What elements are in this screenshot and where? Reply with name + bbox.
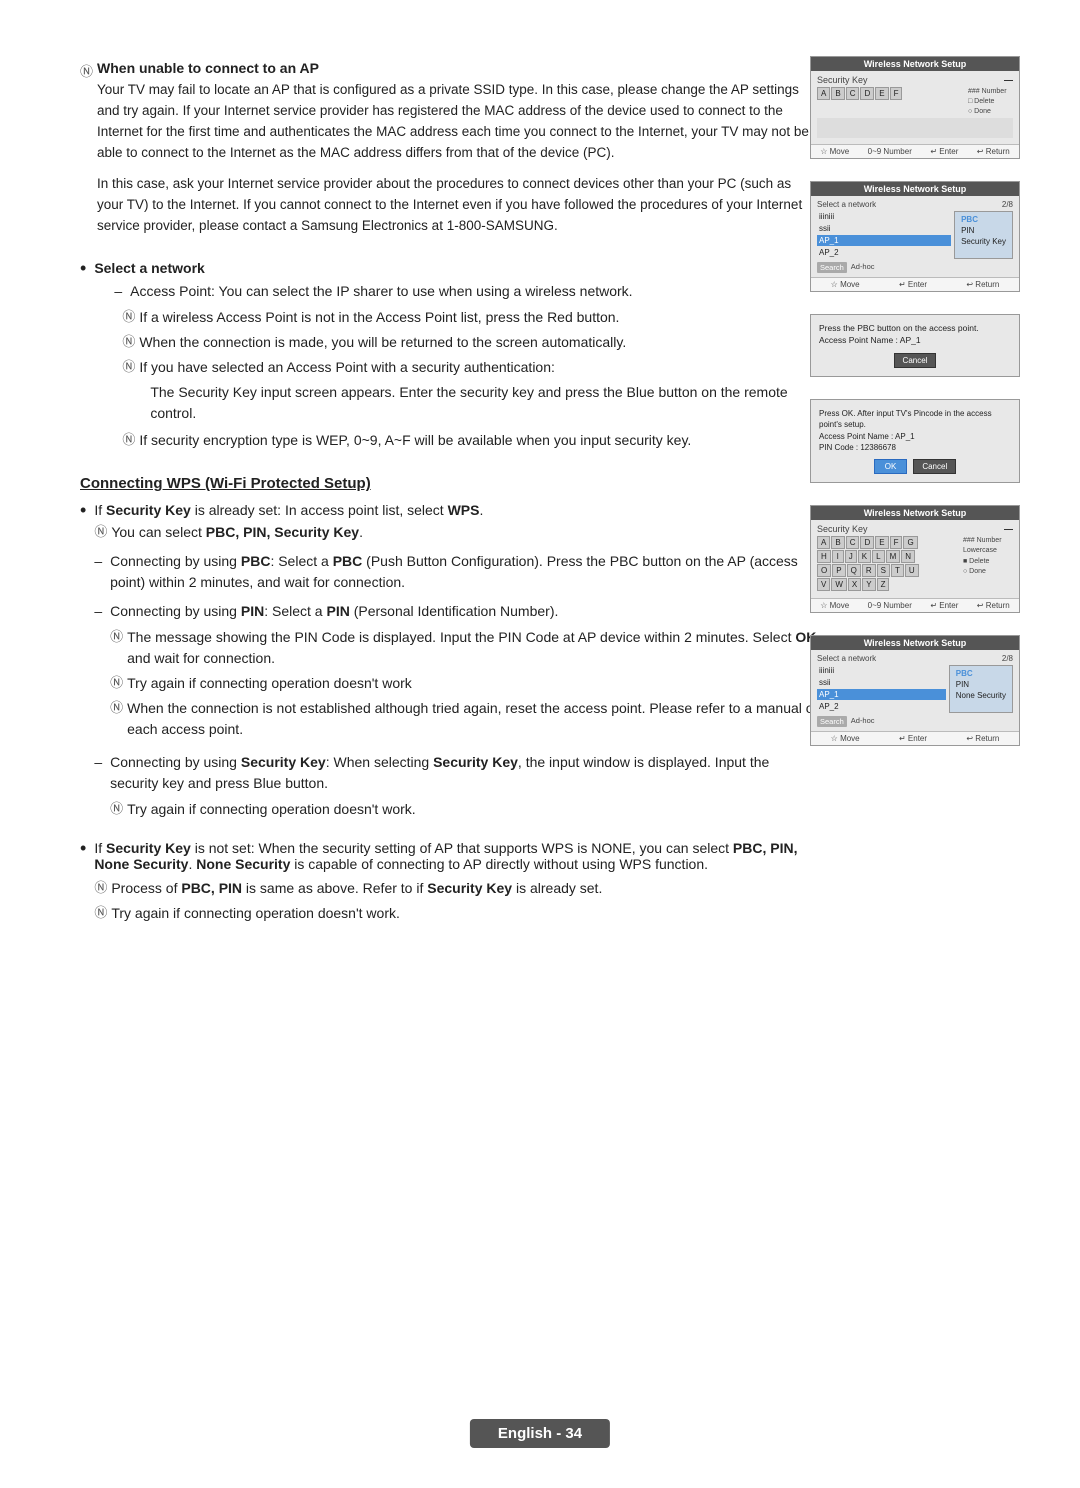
cancel-button-4[interactable]: Cancel (913, 459, 956, 474)
select-network-list: – Access Point: You can select the IP sh… (114, 281, 820, 451)
wns-list-6: Select a network 2/8 iiiniii ssii AP_1 A… (811, 650, 1019, 731)
list-item-3: AP_1 (817, 235, 951, 246)
key-e: E (875, 87, 888, 100)
sn-note-3: Ⓝ If you have selected an Access Point w… (122, 357, 820, 378)
menu-pbc: PBC (959, 214, 1008, 225)
key-f: F (890, 87, 903, 100)
menu-6-none: None Security (954, 690, 1008, 701)
wps-bullet-1: • If Security Key is already set: In acc… (80, 502, 820, 828)
ok-cancel-btns: OK Cancel (819, 459, 1011, 474)
ad-hoc-btn-6: Ad-hoc (851, 716, 875, 727)
select-network-section: • Select a network – Access Point: You c… (80, 260, 820, 455)
list-item-6-1: iiiniii (817, 665, 946, 676)
wns-list-header-6: Select a network 2/8 (817, 654, 1013, 663)
ad-hoc-btn: Ad-hoc (851, 262, 875, 273)
pin-note-3: Ⓝ When the connection is not established… (110, 698, 820, 740)
screenshot-box-1: Wireless Network Setup Security Key — A … (810, 56, 1020, 159)
wns-body-5: Security Key — ABCDEFG HIJKLMN OPQRSTU (811, 520, 1019, 598)
note-icon-1: Ⓝ (80, 61, 93, 80)
screenshots-column: Wireless Network Setup Security Key — A … (810, 56, 1020, 746)
page: Wireless Network Setup Security Key — A … (0, 0, 1080, 1488)
wps-b2-text: If Security Key is not set: When the sec… (94, 840, 820, 872)
list-item-6-4: AP_2 (817, 701, 946, 712)
select-network-heading: Select a network (94, 260, 820, 276)
key-c: C (846, 87, 860, 100)
sn-indent: The Security Key input screen appears. E… (150, 382, 820, 424)
menu-6-pin: PIN (954, 679, 1008, 690)
menu-6-pbc: PBC (954, 668, 1008, 679)
pin-note-2: Ⓝ Try again if connecting operation does… (110, 673, 820, 694)
wns-menu-2: PBC PIN Security Key (954, 211, 1013, 259)
ap-note-row: Ⓝ When unable to connect to an AP Your T… (80, 60, 820, 246)
sk-note-1: Ⓝ Try again if connecting operation does… (110, 799, 820, 820)
wps-b1-text: If Security Key is already set: In acces… (94, 502, 820, 518)
security-key-value-5: — (1004, 524, 1013, 534)
ap-heading: When unable to connect to an AP (97, 60, 820, 76)
search-btn: Search (817, 262, 847, 273)
security-key-label: Security Key (817, 75, 868, 85)
page-label: English - 34 (470, 1419, 610, 1448)
wns-footer-1: ☆ Move 0~9 Number ↵ Enter ↩ Return (811, 144, 1019, 158)
list-item-6-3: AP_1 (817, 689, 946, 700)
wns-title-1: Wireless Network Setup (811, 57, 1019, 71)
wps-b2-note-2: Ⓝ Try again if connecting operation does… (94, 903, 820, 924)
wns-body-1: Security Key — A B C D E F (811, 71, 1019, 144)
list-item-4: AP_2 (817, 247, 951, 258)
wps-dash-pbc: – Connecting by using PBC: Select a PBC … (94, 551, 820, 593)
para-2: In this case, ask your Internet service … (97, 174, 820, 237)
list-item-2: ssii (817, 223, 951, 234)
screenshot-box-6: Wireless Network Setup Select a network … (810, 635, 1020, 746)
wns-title-6: Wireless Network Setup (811, 636, 1019, 650)
wps-heading: Connecting WPS (Wi-Fi Protected Setup) (80, 475, 820, 492)
wps-b1-note: Ⓝ You can select PBC, PIN, Security Key. (94, 522, 820, 543)
screenshot-box-5: Wireless Network Setup Security Key — AB… (810, 505, 1020, 613)
wps-b2-note-1: Ⓝ Process of PBC, PIN is same as above. … (94, 878, 820, 899)
main-text: Ⓝ When unable to connect to an AP Your T… (80, 60, 840, 928)
wns-menu-6: PBC PIN None Security (949, 665, 1013, 713)
wns-title-5: Wireless Network Setup (811, 506, 1019, 520)
wps-dash-sk: – Connecting by using Security Key: When… (94, 752, 820, 824)
search-btn-6: Search (817, 716, 847, 727)
key-b: B (831, 87, 844, 100)
menu-pin: PIN (959, 225, 1008, 236)
menu-security-key: Security Key (959, 236, 1008, 247)
wns-title-2: Wireless Network Setup (811, 182, 1019, 196)
wps-bullet-2: • If Security Key is not set: When the s… (80, 840, 820, 928)
cancel-button-3[interactable]: Cancel (894, 353, 937, 368)
key-a: A (817, 87, 830, 100)
wns-footer-2: ☆ Move ↵ Enter ↩ Return (811, 277, 1019, 291)
wps-dash-pin: – Connecting by using PIN: Select a PIN … (94, 601, 820, 748)
ok-cancel-text: Press OK. After input TV's Pincode in th… (819, 408, 1011, 453)
list-item-1: iiiniii (817, 211, 951, 222)
sn-note-2: Ⓝ When the connection is made, you will … (122, 332, 820, 353)
sn-item-1: – Access Point: You can select the IP sh… (114, 281, 820, 302)
pin-note-1: Ⓝ The message showing the PIN Code is di… (110, 627, 820, 669)
screenshot-box-3: Press the PBC button on the access point… (810, 314, 1020, 377)
key-d: D (860, 87, 874, 100)
list-item-6-2: ssii (817, 677, 946, 688)
security-key-label-5: Security Key (817, 524, 868, 534)
ok-button-4[interactable]: OK (874, 459, 908, 474)
sn-note-1: Ⓝ If a wireless Access Point is not in t… (122, 307, 820, 328)
wns-list-header-2: Select a network 2/8 (817, 200, 1013, 209)
security-key-value: — (1004, 75, 1013, 85)
sn-note-4: Ⓝ If security encryption type is WEP, 0~… (122, 430, 820, 451)
wns-list-2: Select a network 2/8 iiiniii ssii AP_1 A… (811, 196, 1019, 277)
screenshot-box-2: Wireless Network Setup Select a network … (810, 181, 1020, 292)
right-labels-5: ### Number Lowercase ■ Delete ○ Done (963, 536, 1013, 592)
cancel-box-text: Press the PBC button on the access point… (819, 323, 1011, 347)
wns-footer-5: ☆ Move 0~9 Number ↵ Enter ↩ Return (811, 598, 1019, 612)
para-1: Your TV may fail to locate an AP that is… (97, 80, 820, 164)
wns-footer-6: ☆ Move ↵ Enter ↩ Return (811, 731, 1019, 745)
screenshot-box-4: Press OK. After input TV's Pincode in th… (810, 399, 1020, 483)
right-labels-1: ### Number □ Delete ○ Done (968, 87, 1013, 116)
